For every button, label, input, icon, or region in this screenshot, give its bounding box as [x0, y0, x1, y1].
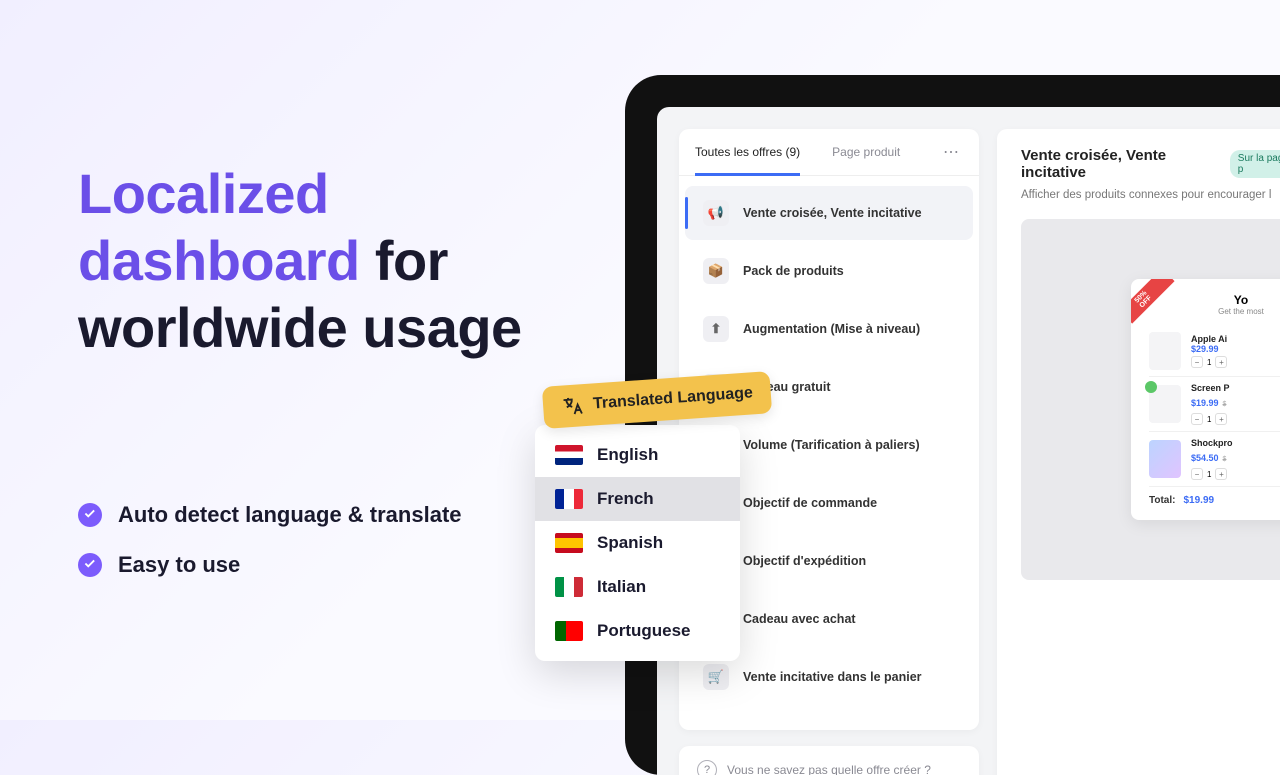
- hint-panel: ? Vous ne savez pas quelle offre créer ?: [679, 746, 979, 775]
- offer-item[interactable]: ⬆Augmentation (Mise à niveau): [685, 302, 973, 356]
- detail-title: Vente croisée, Vente incitative: [1021, 147, 1220, 181]
- product-row: Shockpro $54.50$ −1+: [1149, 432, 1280, 487]
- lang-french[interactable]: French: [535, 477, 740, 521]
- flag-it-icon: [555, 577, 583, 597]
- offer-icon: 📢: [703, 200, 729, 226]
- product-thumb: [1149, 385, 1181, 423]
- check-icon: [78, 503, 102, 527]
- sale-ribbon-icon: [1131, 279, 1177, 325]
- feature-auto-detect: Auto detect language & translate: [78, 502, 558, 528]
- headline: Localized dashboard for worldwide usage: [78, 160, 558, 362]
- lang-spanish[interactable]: Spanish: [535, 521, 740, 565]
- flag-fr-icon: [555, 489, 583, 509]
- tab-more-icon[interactable]: ⋯: [939, 142, 963, 162]
- lang-portuguese[interactable]: Portuguese: [535, 609, 740, 653]
- product-row: Screen P $19.99$ −1+: [1149, 377, 1280, 432]
- tab-product-page[interactable]: Page produit: [832, 129, 900, 175]
- offer-icon: 🛒: [703, 664, 729, 690]
- lang-italian[interactable]: Italian: [535, 565, 740, 609]
- product-thumb: [1149, 440, 1181, 478]
- lang-english[interactable]: English: [535, 433, 740, 477]
- offer-icon: 📦: [703, 258, 729, 284]
- product-thumb: [1149, 332, 1181, 370]
- detail-badge: Sur la page p: [1230, 150, 1280, 178]
- language-popup: Translated Language English French Spani…: [535, 425, 740, 661]
- preview-box: Yo Get the most Apple Ai $29.99 −1+: [1021, 219, 1280, 580]
- feature-easy: Easy to use: [78, 552, 558, 578]
- offer-icon: ⬆: [703, 316, 729, 342]
- detail-subtitle: Afficher des produits connexes pour enco…: [1021, 189, 1280, 201]
- check-icon: [78, 553, 102, 577]
- product-row: Apple Ai $29.99 −1+: [1149, 326, 1280, 377]
- question-icon: ?: [697, 760, 717, 775]
- tab-all-offers[interactable]: Toutes les offres (9): [695, 129, 800, 175]
- flag-es-icon: [555, 533, 583, 553]
- detail-panel: Vente croisée, Vente incitative Sur la p…: [997, 129, 1280, 775]
- flag-pt-icon: [555, 621, 583, 641]
- offer-item[interactable]: 📦Pack de produits: [685, 244, 973, 298]
- product-card: Yo Get the most Apple Ai $29.99 −1+: [1131, 279, 1280, 520]
- offer-item[interactable]: 📢Vente croisée, Vente incitative: [685, 186, 973, 240]
- translate-icon: [560, 394, 583, 417]
- flag-uk-icon: [555, 445, 583, 465]
